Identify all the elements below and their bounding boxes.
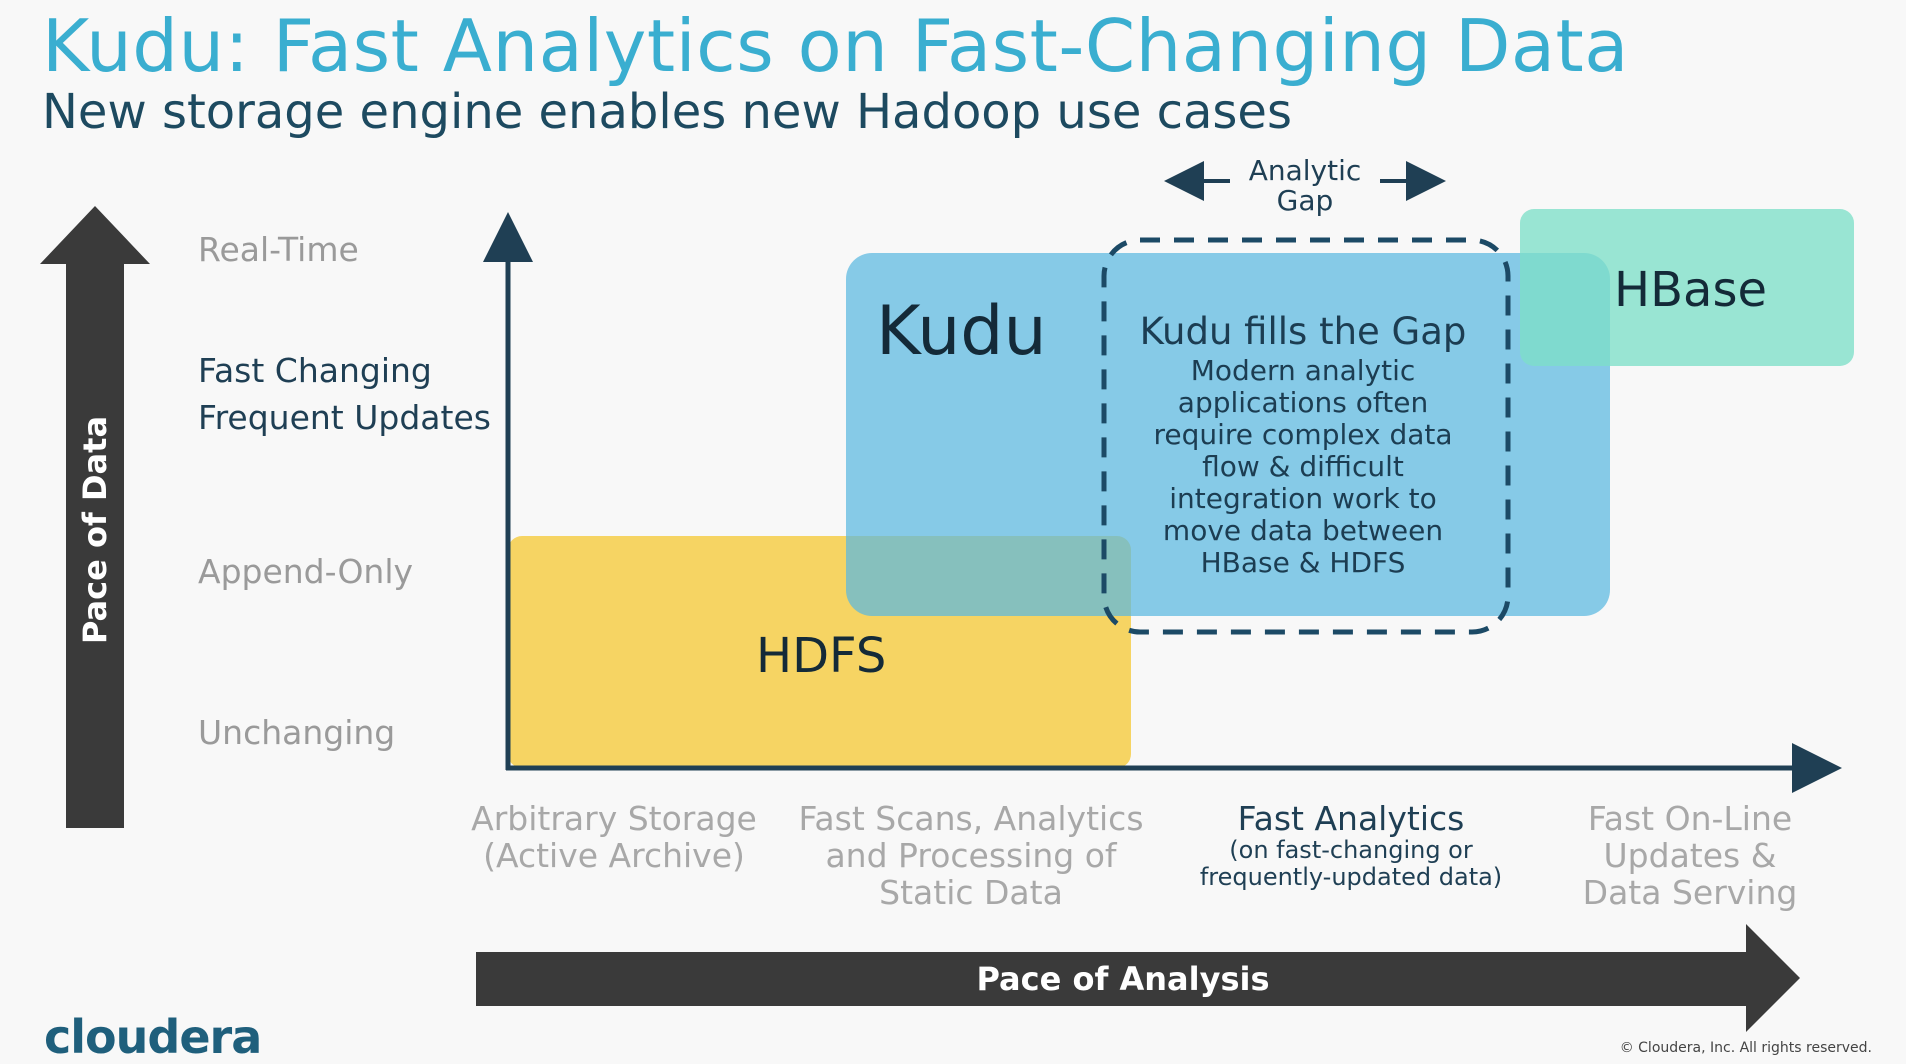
copyright-notice: © Cloudera, Inc. All rights reserved.: [1619, 1040, 1872, 1056]
y-level-real-time: Real-Time: [198, 230, 359, 269]
x-category-label: Fast Scans, Analytics and Processing of …: [798, 799, 1144, 912]
analytic-gap-label: Analytic Gap: [1248, 154, 1362, 217]
gap-body: Modern analytic applications often requi…: [1153, 354, 1453, 579]
x-category-label: Fast On-Line Updates & Data Serving: [1582, 799, 1798, 912]
hbase-label: HBase: [1614, 262, 1767, 318]
x-category-label: Arbitrary Storage (Active Archive): [471, 799, 757, 875]
kudu-label: Kudu: [876, 292, 1047, 371]
x-category-fast-analytics: Fast Analytics (on fast-changing or freq…: [1186, 800, 1516, 891]
hdfs-label: HDFS: [756, 628, 887, 684]
x-category-sublabel: (on fast-changing or frequently-updated …: [1199, 836, 1503, 891]
pace-of-data-label: Pace of Data: [76, 415, 114, 645]
gap-title: Kudu fills the Gap: [1139, 310, 1467, 353]
x-category-fast-scans: Fast Scans, Analytics and Processing of …: [796, 800, 1146, 911]
y-level-unchanging: Unchanging: [198, 713, 396, 752]
x-category-label: Fast Analytics: [1237, 799, 1465, 838]
x-category-online-updates: Fast On-Line Updates & Data Serving: [1560, 800, 1820, 911]
gap-explanation: Kudu fills the Gap Modern analytic appli…: [1108, 310, 1498, 579]
y-level-append-only: Append-Only: [198, 552, 414, 591]
x-category-arbitrary-storage: Arbitrary Storage (Active Archive): [464, 800, 764, 874]
pace-of-analysis-label: Pace of Analysis: [976, 960, 1270, 998]
cloudera-logo: cloudera: [44, 1010, 262, 1064]
y-level-fast-changing: Fast Changing Frequent Updates: [198, 351, 491, 437]
